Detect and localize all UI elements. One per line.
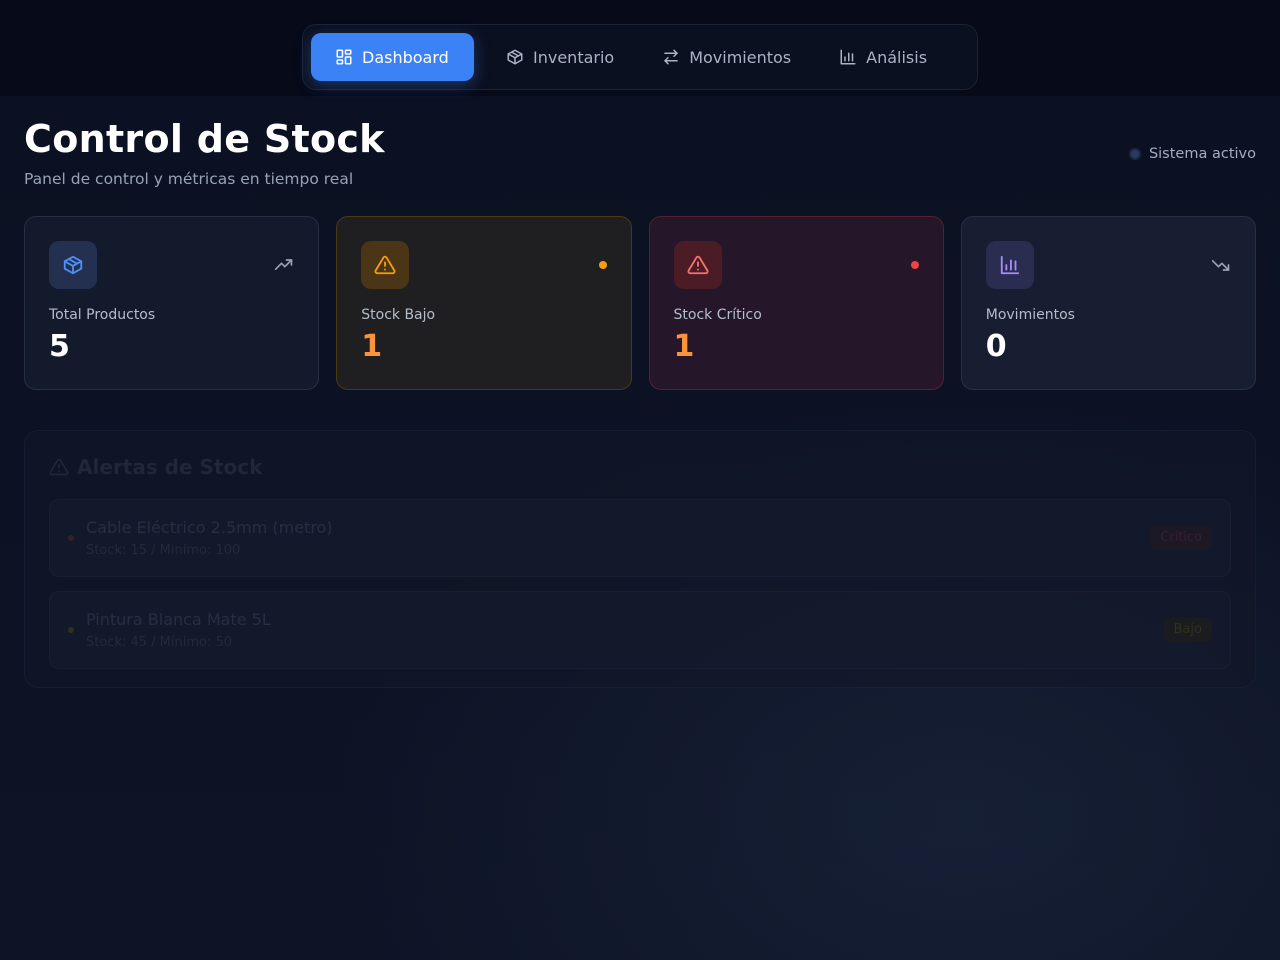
alert-product-name: Cable Eléctrico 2.5mm (metro) <box>86 518 333 537</box>
red-dot <box>910 261 919 269</box>
tab-movimientos[interactable]: Movimientos <box>638 33 815 81</box>
tab-dashboard[interactable]: Dashboard <box>311 33 474 81</box>
card-value: 0 <box>985 329 1007 364</box>
page-subtitle: Panel de control y métricas en tiempo re… <box>24 170 354 188</box>
stock-alerts-panel: Alertas de Stock Cable Eléctrico 2.5mm (… <box>24 430 1256 688</box>
box-icon <box>49 241 97 289</box>
alerts-title-text: Alertas de Stock <box>77 455 263 479</box>
tab-label: Análisis <box>866 47 928 67</box>
bar-chart-icon <box>840 49 856 65</box>
card-label: Movimientos <box>985 307 1075 323</box>
card-stock-critico[interactable]: Stock Crítico 1 <box>648 216 944 390</box>
alerts-title: Alertas de Stock <box>49 455 1231 479</box>
tab-inventario[interactable]: Inventario <box>482 33 638 81</box>
status-label: Sistema activo <box>1148 146 1256 162</box>
page-title: Control de Stock <box>24 117 385 161</box>
alert-product-name: Pintura Blanca Mate 5L <box>86 610 271 629</box>
tab-label: Movimientos <box>689 47 792 67</box>
warning-dot <box>68 627 74 633</box>
box-icon <box>507 49 523 65</box>
card-movimientos[interactable]: Movimientos 0 <box>960 216 1256 390</box>
status-dot <box>1130 150 1139 158</box>
status-badge: Bajo <box>1163 618 1212 642</box>
warning-icon <box>49 458 69 476</box>
card-label: Stock Bajo <box>361 307 436 323</box>
alert-item[interactable]: Pintura Blanca Mate 5L Stock: 45 / Mínim… <box>49 591 1231 669</box>
warning-icon <box>361 241 410 289</box>
card-label: Stock Crítico <box>673 307 762 323</box>
arrows-icon <box>664 49 678 65</box>
status-badge: Crítico <box>1150 526 1212 550</box>
alert-stock-info: Stock: 15 / Mínimo: 100 <box>86 543 241 558</box>
grid-icon <box>336 49 352 65</box>
trending-up-icon <box>275 259 293 270</box>
critical-dot <box>68 535 74 541</box>
card-value: 5 <box>49 329 70 364</box>
card-value: 1 <box>673 329 695 364</box>
tab-label: Inventario <box>533 47 615 67</box>
metric-cards: Total Productos 5 Stock Bajo 1 Stock Crí… <box>24 216 1256 390</box>
tab-label: Dashboard <box>362 47 449 67</box>
alert-item[interactable]: Cable Eléctrico 2.5mm (metro) Stock: 15 … <box>49 499 1231 577</box>
system-status: Sistema activo <box>1130 146 1256 162</box>
main-nav: Dashboard Inventario Movimientos Análisi… <box>302 24 978 90</box>
card-label: Total Productos <box>49 307 156 323</box>
tab-analisis[interactable]: Análisis <box>815 33 951 81</box>
alert-stock-info: Stock: 45 / Mínimo: 50 <box>86 635 233 650</box>
amber-dot <box>598 261 607 269</box>
card-stock-bajo[interactable]: Stock Bajo 1 <box>336 216 632 390</box>
trending-down-icon <box>1211 260 1230 271</box>
bar-chart-icon <box>985 241 1034 289</box>
card-total-productos[interactable]: Total Productos 5 <box>24 216 320 390</box>
card-value: 1 <box>361 329 383 364</box>
warning-icon <box>673 241 722 289</box>
